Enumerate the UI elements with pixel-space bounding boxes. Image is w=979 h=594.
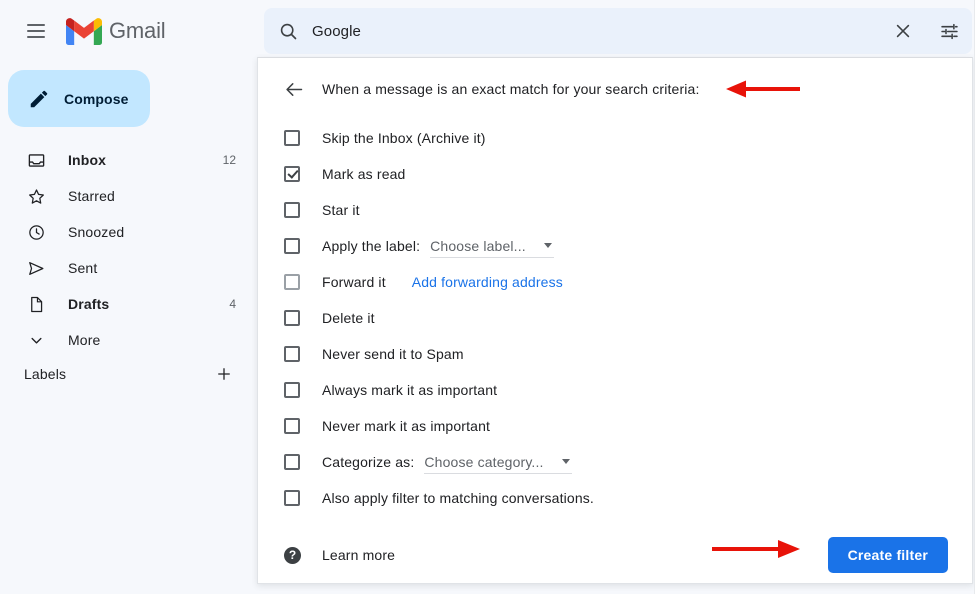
sidebar-item-inbox[interactable]: Inbox 12 (0, 144, 256, 176)
checkbox-skip-inbox[interactable] (284, 130, 300, 146)
filter-panel-header: When a message is an exact match for you… (258, 58, 972, 120)
filter-option-label: Mark as read (322, 166, 406, 182)
filter-option-skip-inbox[interactable]: Skip the Inbox (Archive it) (258, 120, 972, 156)
sidebar-item-label: Sent (68, 260, 98, 276)
checkbox-never-important[interactable] (284, 418, 300, 434)
filter-option-apply-label[interactable]: Apply the label: Choose label... (258, 228, 972, 264)
checkbox-always-important[interactable] (284, 382, 300, 398)
choose-label-dropdown[interactable]: Choose label... (430, 235, 554, 258)
filter-option-delete-it[interactable]: Delete it (258, 300, 972, 336)
labels-title: Labels (24, 366, 67, 382)
tune-icon[interactable] (926, 8, 972, 54)
sidebar-item-label: More (68, 332, 101, 348)
filter-option-label: Categorize as: (322, 454, 415, 470)
close-icon[interactable] (880, 8, 926, 54)
checkbox-mark-as-read[interactable] (284, 166, 300, 182)
checkbox-star-it[interactable] (284, 202, 300, 218)
compose-label: Compose (64, 90, 129, 107)
filter-option-label: Apply the label: (322, 238, 421, 254)
sidebar: Gmail Compose Inbox 12 Starred Snoozed S… (0, 0, 256, 594)
filter-panel-footer: ? Learn more Create filter (258, 526, 972, 584)
filter-option-never-spam[interactable]: Never send it to Spam (258, 336, 972, 372)
inbox-icon (26, 150, 46, 170)
arrow-back-icon[interactable] (280, 75, 308, 103)
checkbox-never-spam[interactable] (284, 346, 300, 362)
filter-option-also-apply[interactable]: Also apply filter to matching conversati… (258, 480, 972, 516)
checkbox-delete-it[interactable] (284, 310, 300, 326)
page-scrollbar[interactable] (974, 0, 979, 594)
filter-option-label: Forward it (322, 274, 386, 290)
search-icon[interactable] (264, 21, 312, 42)
choose-category-value: Choose category... (424, 453, 544, 470)
learn-more-link[interactable]: Learn more (322, 547, 395, 563)
compose-button[interactable]: Compose (8, 70, 150, 127)
filter-option-label: Skip the Inbox (Archive it) (322, 130, 486, 146)
gmail-logo-icon (66, 17, 102, 45)
filter-option-label: Always mark it as important (322, 382, 498, 398)
sidebar-item-label: Starred (68, 188, 115, 204)
sidebar-item-sent[interactable]: Sent (0, 252, 256, 284)
chevron-down-icon (543, 243, 552, 248)
filter-actions-list: Skip the Inbox (Archive it) Mark as read… (258, 120, 972, 516)
app-header-left: Gmail (0, 0, 256, 62)
sidebar-item-count: 12 (222, 153, 236, 167)
checkbox-apply-label[interactable] (284, 238, 300, 254)
filter-option-never-important[interactable]: Never mark it as important (258, 408, 972, 444)
plus-icon[interactable] (214, 364, 234, 384)
gmail-brand[interactable]: Gmail (66, 17, 166, 45)
filter-option-mark-as-read[interactable]: Mark as read (258, 156, 972, 192)
choose-category-dropdown[interactable]: Choose category... (424, 451, 572, 474)
star-icon (26, 186, 46, 206)
search-input[interactable] (312, 22, 880, 40)
gmail-app-window: Gmail Compose Inbox 12 Starred Snoozed S… (0, 0, 979, 594)
sidebar-item-more[interactable]: More (0, 324, 256, 356)
filter-option-label: Delete it (322, 310, 375, 326)
chevron-down-icon (561, 459, 570, 464)
help-icon[interactable]: ? (284, 546, 301, 564)
filter-option-always-important[interactable]: Always mark it as important (258, 372, 972, 408)
sidebar-item-label: Snoozed (68, 224, 125, 240)
filter-criteria-heading: When a message is an exact match for you… (322, 81, 700, 97)
filter-option-label: Also apply filter to matching conversati… (322, 490, 594, 506)
clock-icon (26, 222, 46, 242)
sidebar-item-starred[interactable]: Starred (0, 180, 256, 212)
filter-option-categorize-as[interactable]: Categorize as: Choose category... (258, 444, 972, 480)
filter-option-star-it[interactable]: Star it (258, 192, 972, 228)
filter-option-label: Star it (322, 202, 360, 218)
send-icon (26, 258, 46, 278)
hamburger-menu-icon[interactable] (16, 11, 56, 51)
sidebar-item-snoozed[interactable]: Snoozed (0, 216, 256, 248)
add-forwarding-address-link[interactable]: Add forwarding address (412, 274, 563, 290)
filter-option-forward-it[interactable]: Forward it Add forwarding address (258, 264, 972, 300)
labels-section-header: Labels (0, 358, 256, 390)
search-bar (264, 8, 972, 54)
sidebar-nav-list: Inbox 12 Starred Snoozed Sent Drafts 4 M… (0, 144, 256, 360)
sidebar-item-count: 4 (229, 297, 236, 311)
pencil-icon (30, 90, 48, 107)
checkbox-categorize-as[interactable] (284, 454, 300, 470)
create-filter-button[interactable]: Create filter (827, 537, 948, 573)
checkbox-also-apply[interactable] (284, 490, 300, 506)
chevron-down-icon (26, 330, 46, 350)
sidebar-item-label: Inbox (68, 152, 107, 168)
sidebar-item-drafts[interactable]: Drafts 4 (0, 288, 256, 320)
choose-label-value: Choose label... (430, 237, 526, 254)
filter-option-label: Never send it to Spam (322, 346, 464, 362)
brand-label: Gmail (109, 18, 166, 43)
checkbox-forward-it[interactable] (284, 274, 300, 290)
sidebar-item-label: Drafts (68, 296, 110, 312)
document-icon (26, 294, 46, 314)
filter-option-label: Never mark it as important (322, 418, 491, 434)
create-filter-panel: When a message is an exact match for you… (257, 57, 973, 584)
